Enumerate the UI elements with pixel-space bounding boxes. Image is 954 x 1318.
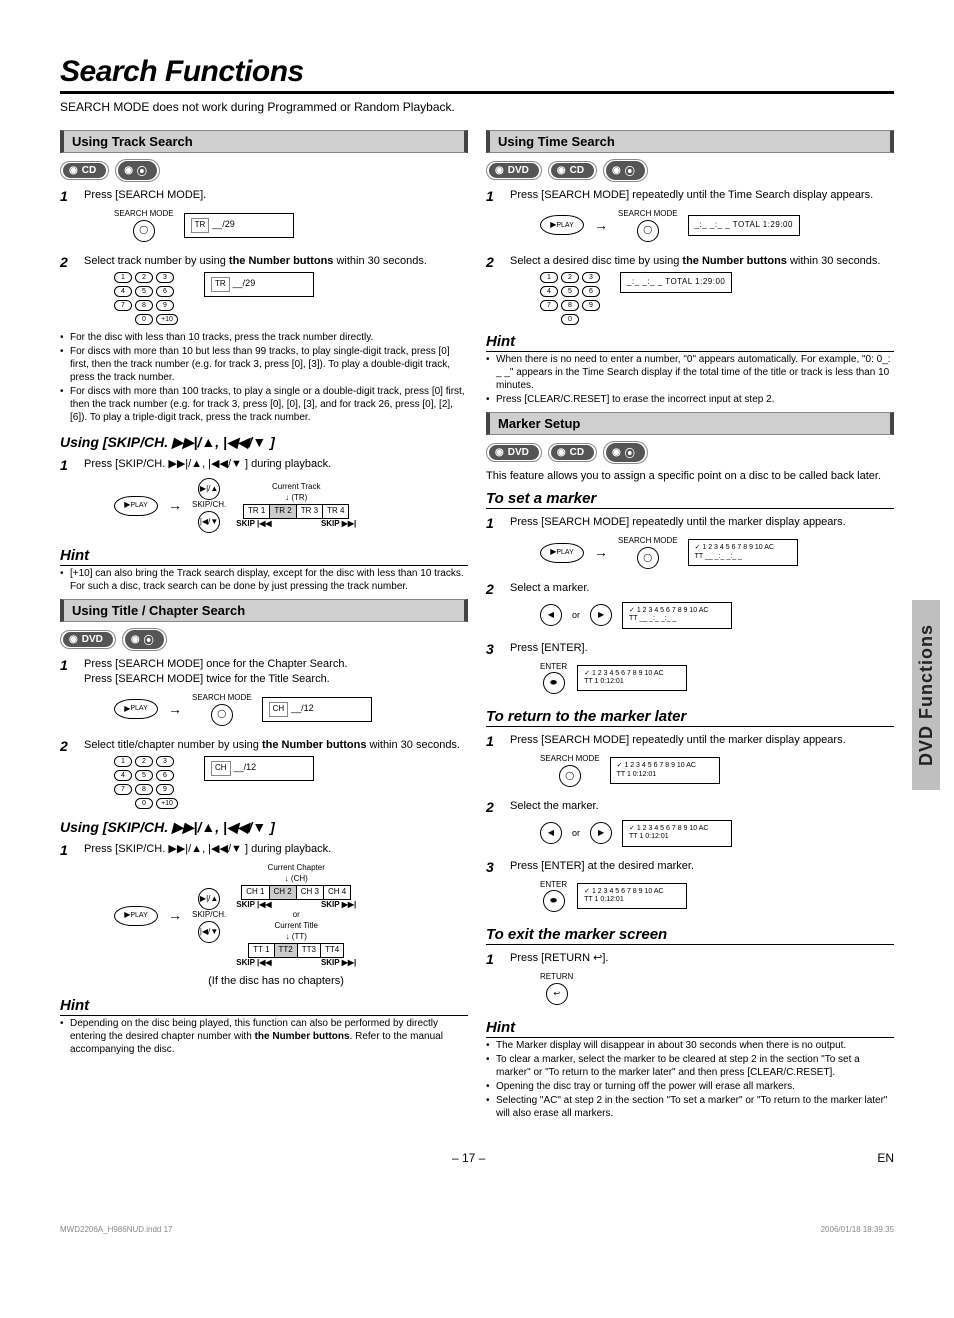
sub-exit-marker: To exit the marker screen — [486, 926, 894, 945]
search-mode-button-icon: ◯ — [133, 220, 155, 242]
right-arrow-icon: ▶ — [590, 604, 612, 626]
arrow-icon: → — [168, 496, 182, 515]
footer-date: 2006/01/18 18:39:35 — [821, 1225, 894, 1234]
osd-marker: ✓ 1 2 3 4 5 6 7 8 9 10 ACTT __ _:_ _:_ _ — [688, 539, 798, 566]
track-strip: TR 1TR 2TR 3TR 4 — [243, 504, 349, 519]
using-skip-heading: Using [SKIP/CH. ▶▶|/▲, |◀◀/▼ ] — [60, 819, 468, 836]
left-column: Using Track Search CD ⦿ 1 Press [SEARCH … — [60, 124, 468, 1121]
play-icon: ▶ PLAY — [114, 699, 158, 719]
label-search-mode: SEARCH MODE — [114, 209, 174, 220]
badge-dvd: DVD — [60, 630, 116, 649]
side-tab-label: DVD Functions — [916, 624, 937, 766]
left-arrow-icon: ◀ — [540, 604, 562, 626]
section-time-search: Using Time Search — [486, 130, 894, 153]
step-text: Press [SEARCH MODE]. — [84, 188, 468, 203]
skip-up-icon: ▶|/▲ — [198, 478, 220, 500]
enter-button-icon: ⬬ — [543, 672, 565, 694]
track-search-notes: For the disc with less than 10 tracks, p… — [60, 331, 468, 424]
side-tab: DVD Functions — [912, 600, 940, 790]
osd-track-display: TR__/29 — [204, 272, 314, 297]
step-number: 1 — [60, 188, 74, 248]
lang-code: EN — [877, 1151, 894, 1165]
osd-time-display: _:_ _:_ _ TOTAL 1:29:00 — [688, 215, 800, 236]
sub-set-marker: To set a marker — [486, 490, 894, 509]
osd-track-display: TR__/29 — [184, 213, 294, 238]
number-pad: 123 456 789 0+10 — [114, 272, 174, 325]
badge-cd: CD — [60, 161, 109, 180]
skip-down-icon: |◀/▼ — [198, 511, 220, 533]
play-icon: ▶ PLAY — [114, 496, 158, 516]
badge-dvd-icon: ⦿ — [115, 159, 160, 182]
page-number: – 17 – — [452, 1151, 485, 1165]
page-title: Search Functions — [60, 55, 894, 94]
right-column: Using Time Search DVD CD ⦿ 1 Press [SEAR… — [486, 124, 894, 1121]
step-number: 2 — [60, 254, 74, 326]
section-title-chapter: Using Title / Chapter Search — [60, 599, 468, 622]
hint-heading: Hint — [60, 547, 468, 566]
sub-return-marker: To return to the marker later — [486, 708, 894, 727]
return-button-icon: ↩ — [546, 983, 568, 1005]
section-track-search: Using Track Search — [60, 130, 468, 153]
page-note: SEARCH MODE does not work during Program… — [60, 100, 894, 114]
section-marker-setup: Marker Setup — [486, 412, 894, 435]
footer-file: MWD2206A_H986NUD.indd 17 — [60, 1225, 173, 1234]
using-skip-heading: Using [SKIP/CH. ▶▶|/▲, |◀◀/▼ ] — [60, 434, 468, 451]
